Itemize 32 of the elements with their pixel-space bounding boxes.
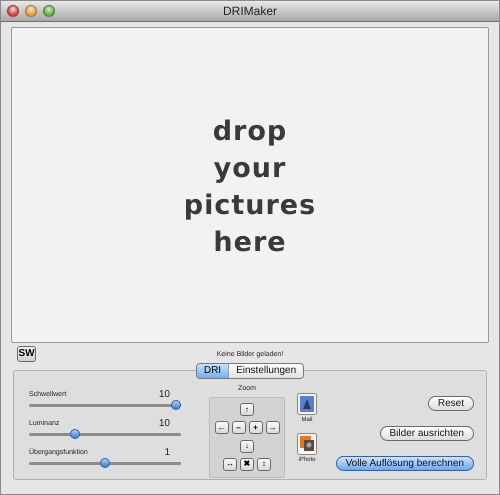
slider-value: 10 [158,417,170,431]
window-title: DRIMaker [222,3,277,20]
zoom-button[interactable]: → [266,421,280,434]
zoom-button[interactable]: ← [214,421,228,434]
hint-text: drop [212,114,288,148]
minimize-icon[interactable] [25,5,37,17]
zoom-button[interactable]: ↓ [240,440,254,453]
sw-button[interactable]: SW [17,346,36,362]
zoom-button[interactable]: ↔ [223,458,237,471]
zoom-button[interactable]: + [248,421,262,434]
drop-area[interactable]: drop your pictures here [11,27,489,343]
zoom-button[interactable]: ✖ [240,458,254,471]
stamp-icon[interactable] [297,393,317,415]
slider-value: 1 [164,446,170,460]
slider-thumb[interactable] [100,458,110,468]
slider-thumb[interactable] [70,429,80,439]
hint-text: your [214,152,286,186]
action-button[interactable]: Reset [428,396,474,411]
photos-icon[interactable] [297,433,317,455]
hint-text: pictures [184,188,316,222]
zoom-icon[interactable] [43,5,55,17]
zoom-button[interactable]: ↕ [257,458,271,471]
close-icon[interactable] [7,5,19,17]
tab[interactable]: Einstellungen [228,364,304,378]
tab[interactable]: DRI [196,364,228,378]
action-button[interactable]: Bilder ausrichten [380,426,474,441]
zoom-button[interactable]: ↑ [240,403,254,416]
zoom-button[interactable]: – [232,421,246,434]
action-button[interactable]: Volle Auflösung berechnen [336,456,474,471]
hint-text: here [213,226,287,260]
slider-thumb[interactable] [171,400,182,410]
slider-value: 10 [158,388,170,402]
